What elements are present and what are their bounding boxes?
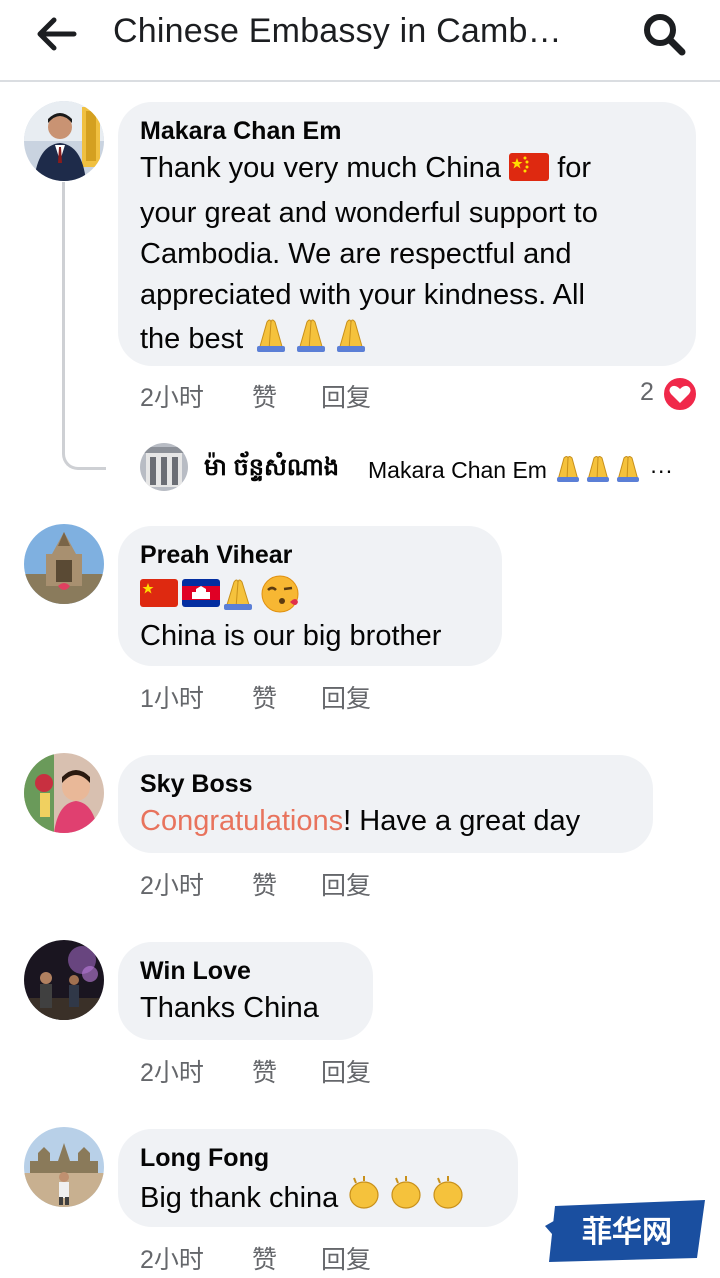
comment-time: 2小时: [140, 1059, 204, 1087]
comment-text-part: the best: [140, 323, 244, 355]
comment-time: 2小时: [140, 384, 204, 412]
comment-bubble: Sky Boss Congratulations! Have a great d…: [118, 755, 653, 853]
like-button[interactable]: 赞: [252, 1053, 277, 1089]
flags-emoji-icon: [140, 575, 299, 613]
watermark-text: 菲华网: [582, 1215, 672, 1250]
comment-text-part: Big thank china: [140, 1182, 339, 1214]
praying-hands-icon: [251, 316, 371, 364]
comment-author[interactable]: Sky Boss: [140, 767, 631, 801]
comment-time: 2小时: [140, 872, 204, 900]
reply-button[interactable]: 回复: [321, 679, 371, 715]
comment-author[interactable]: Makara Chan Em: [140, 114, 674, 148]
comment-actions: 2小时 赞 回复: [140, 866, 440, 900]
avatar[interactable]: [24, 753, 104, 833]
highlighted-text[interactable]: Congratulations: [140, 805, 343, 837]
avatar[interactable]: [24, 524, 104, 604]
comment-text: Big thank china: [140, 1175, 496, 1223]
reply-button[interactable]: 回复: [321, 378, 371, 414]
comment-bubble: Long Fong Big thank china: [118, 1129, 518, 1227]
avatar[interactable]: [24, 101, 104, 181]
like-button[interactable]: 赞: [252, 679, 277, 715]
comment-text-part: ! Have a great day: [343, 805, 581, 837]
like-button[interactable]: 赞: [252, 1240, 277, 1276]
arrow-left-icon: [37, 17, 77, 51]
comment-text-part: for: [557, 152, 592, 184]
comment-text: Thank you very much China for your great…: [140, 148, 674, 364]
comment-author[interactable]: Win Love: [140, 954, 351, 988]
reply-preview[interactable]: ម៉ា ច័ន្ទសំណាង Makara Chan Em ···: [140, 443, 700, 493]
comment-actions: 2小时 赞 回复: [140, 1240, 440, 1274]
reply-button[interactable]: 回复: [321, 866, 371, 902]
comment-bubble: Win Love Thanks China: [118, 942, 373, 1040]
comment-bubble: Makara Chan Em Thank you very much China…: [118, 102, 696, 366]
search-button[interactable]: [640, 10, 690, 58]
reply-text: Makara Chan Em ···: [368, 454, 673, 488]
comment-author[interactable]: Long Fong: [140, 1141, 496, 1175]
like-button[interactable]: 赞: [252, 866, 277, 902]
china-flag-icon: [509, 152, 550, 193]
page-title: Chinese Embassy in Camb…: [113, 12, 562, 50]
reply-author: ម៉ា ច័ន្ទសំណាង: [204, 454, 339, 481]
heart-icon: [662, 376, 698, 412]
avatar: [140, 443, 188, 491]
comment-text: Thanks China: [140, 992, 319, 1024]
reply-text-part: Makara Chan Em: [368, 457, 547, 483]
comment-actions: 1小时 赞 回复: [140, 679, 440, 713]
back-button[interactable]: [34, 14, 80, 54]
comment-actions: 2小时 赞 回复: [140, 378, 440, 412]
comment-text-part: Thank you very much China: [140, 152, 502, 184]
search-icon: [644, 14, 686, 56]
comment-text-part: Cambodia. We are respectful and: [140, 238, 572, 270]
comment-text: Congratulations! Have a great day: [140, 801, 631, 842]
reply-thread-line: [62, 182, 106, 470]
reaction-count-number: 2: [640, 378, 654, 406]
comment-text-part: your great and wonderful support to: [140, 197, 598, 229]
reply-button[interactable]: 回复: [321, 1240, 371, 1276]
comment-author[interactable]: Preah Vihear: [140, 538, 480, 572]
comment-bubble: Preah Vihear China is our big brother: [118, 526, 502, 666]
clapping-hands-icon: [346, 1175, 468, 1223]
praying-hands-icon: [553, 454, 643, 488]
avatar[interactable]: [24, 1127, 104, 1207]
top-bar: Chinese Embassy in Camb…: [0, 0, 720, 82]
comment-time: 2小时: [140, 1246, 204, 1274]
comment-text-part: appreciated with your kindness. All: [140, 279, 585, 311]
like-button[interactable]: 赞: [252, 378, 277, 414]
avatar[interactable]: [24, 940, 104, 1020]
comment-actions: 2小时 赞 回复: [140, 1053, 440, 1087]
more-indicator: ···: [649, 457, 673, 483]
comment-text: China is our big brother: [140, 620, 442, 652]
watermark-logo: 菲华网: [545, 1198, 710, 1264]
reply-button[interactable]: 回复: [321, 1053, 371, 1089]
comment-time: 1小时: [140, 685, 204, 713]
emoji-row: [140, 574, 480, 616]
